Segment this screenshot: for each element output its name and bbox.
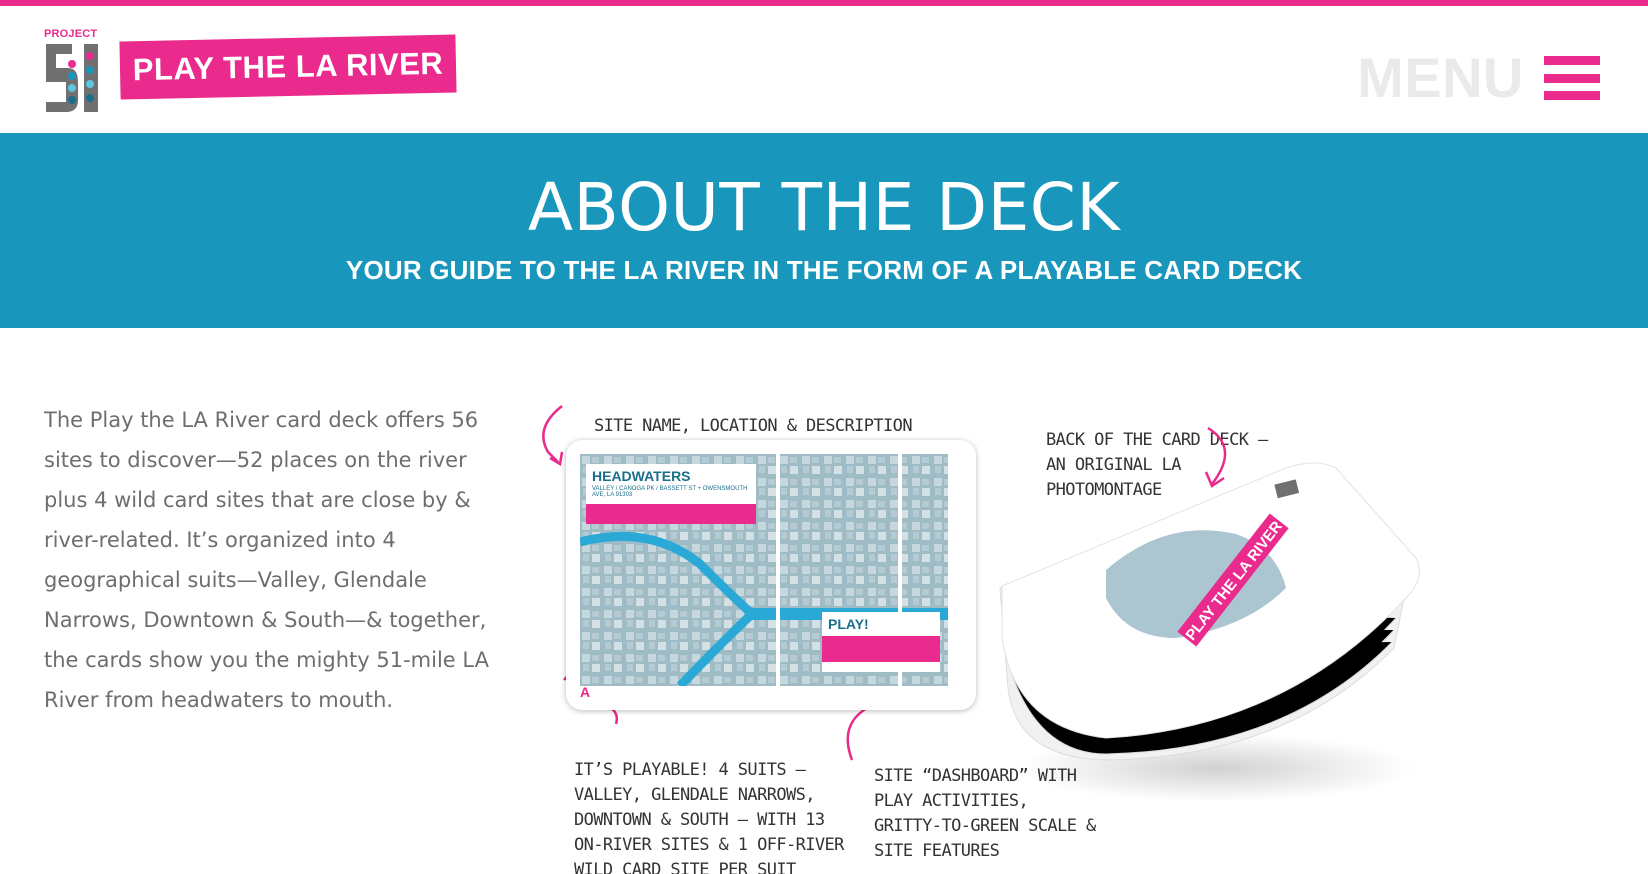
card-play-activities — [822, 636, 940, 662]
brand-title: PLAY THE LA RIVER — [132, 45, 444, 88]
page-title: ABOUT THE DECK — [527, 169, 1121, 246]
menu-button[interactable]: MENU — [1357, 50, 1600, 106]
brand-logo-link[interactable]: PROJECT PLAY THE LA RIVER — [44, 28, 464, 114]
brand-project-label: PROJECT — [44, 28, 98, 40]
card-title: HEADWATERS — [592, 468, 691, 484]
card-description-bar — [586, 504, 756, 524]
intro-paragraph: The Play the LA River card deck offers 5… — [44, 408, 489, 712]
page-subtitle: YOUR GUIDE TO THE LA RIVER IN THE FORM O… — [345, 255, 1303, 285]
card-title-box: HEADWATERS VALLEY / CANOGA PK / BASSETT … — [586, 464, 756, 504]
card-aerial-map: HEADWATERS VALLEY / CANOGA PK / BASSETT … — [580, 454, 948, 686]
menu-label: MENU — [1357, 46, 1524, 109]
card-corner-bottom: A — [580, 684, 591, 700]
project-51-mark-icon — [46, 44, 98, 112]
card-play-dashboard: PLAY! — [822, 612, 940, 672]
card-deck-figure: SITE NAME, LOCATION & DESCRIPTION BACK O… — [540, 400, 1640, 874]
brand-title-banner: PLAY THE LA RIVER — [119, 34, 457, 100]
project-51-logo: PROJECT — [44, 28, 106, 114]
hero-banner: ABOUT THE DECK YOUR GUIDE TO THE LA RIVE… — [0, 133, 1648, 328]
card-subtitle: VALLEY / CANOGA PK / BASSETT ST + OWENSM… — [592, 486, 748, 498]
hamburger-icon — [1544, 56, 1600, 100]
site-header: PROJECT PLAY THE LA RIVER MENU — [0, 6, 1648, 131]
card-deck-back-image: PLAY THE LA RIVER — [999, 462, 1420, 802]
card-front-image: A A — [566, 440, 976, 710]
card-play-label: PLAY! — [828, 616, 869, 632]
